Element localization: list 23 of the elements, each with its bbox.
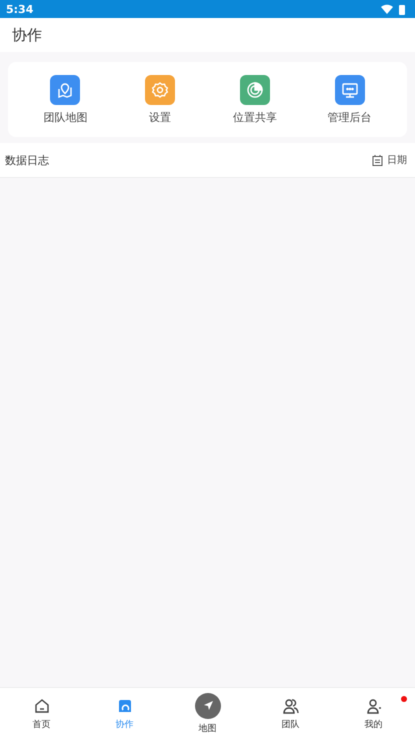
nav-tab[interactable]: 协作	[83, 688, 166, 739]
nav-tab[interactable]: 我的	[332, 688, 415, 739]
map-pin-icon[interactable]	[50, 74, 80, 104]
section-title: 数据日志	[5, 152, 49, 168]
nav-tab[interactable]: 首页	[0, 688, 83, 739]
date-button[interactable]: 日期	[370, 151, 409, 169]
status-icons	[381, 4, 407, 14]
nav-tab[interactable]: 地图	[166, 688, 249, 739]
home-icon	[32, 696, 50, 714]
radar-icon[interactable]	[240, 74, 270, 104]
shortcut-label[interactable]: 设置	[149, 110, 172, 124]
shortcut-label[interactable]: 管理后台	[328, 110, 372, 124]
shortcut-label[interactable]: 位置共享	[232, 110, 277, 124]
user-icon	[364, 696, 382, 714]
settings-icon[interactable]	[145, 74, 176, 104]
nav-tab[interactable]: 团队	[249, 688, 332, 739]
monitor-icon[interactable]	[334, 74, 365, 104]
calendar-icon	[372, 154, 383, 166]
navigation-icon	[194, 692, 220, 718]
shortcut-label[interactable]: 团队地图	[43, 110, 88, 124]
page-title: 协作	[12, 26, 42, 44]
status-time: 5:34	[6, 2, 34, 16]
people-icon	[282, 696, 300, 714]
